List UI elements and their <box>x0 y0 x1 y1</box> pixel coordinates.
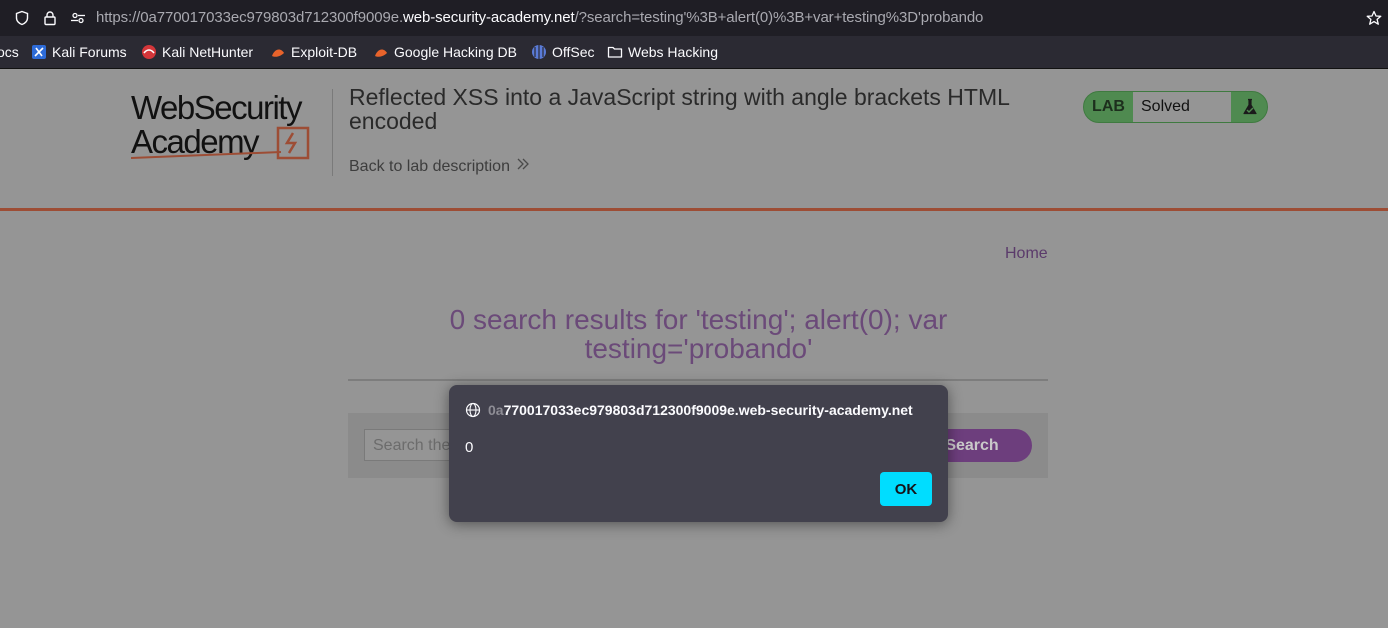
results-divider <box>348 379 1048 381</box>
folder-icon <box>607 44 623 60</box>
logo-mark-icon <box>131 126 310 160</box>
lock-icon[interactable] <box>40 8 60 28</box>
bookmarks-toolbar: ocs Kali Forums Kali NetHunter Exploit-D… <box>0 36 1388 69</box>
bookmark-label: Exploit-DB <box>291 44 358 60</box>
ghdb-icon <box>373 44 389 60</box>
bookmark-label: Kali Forums <box>52 44 127 60</box>
academy-header: WebSecurity Academy Reflected XSS into a… <box>0 69 1388 211</box>
permissions-icon[interactable] <box>68 8 88 28</box>
url-prefix: https://0a770017033ec979803d712300f9009e… <box>96 9 404 26</box>
bookmark-label: OffSec <box>552 44 595 60</box>
badge-lab-label: LAB <box>1092 98 1125 115</box>
shield-icon[interactable] <box>12 8 32 28</box>
dialog-origin-faded: 0a <box>488 402 504 418</box>
academy-logo[interactable]: WebSecurity Academy <box>131 89 331 161</box>
bookmark-docs[interactable]: ocs <box>0 44 19 60</box>
kali-nethunter-icon <box>141 44 157 60</box>
url-suffix: /?search=testing'%3B+alert(0)%3B+var+tes… <box>574 9 984 26</box>
exploit-db-icon <box>270 44 286 60</box>
dialog-origin-text: 770017033ec979803d712300f9009e.web-secur… <box>503 402 913 418</box>
search-results-heading: 0 search results for 'testing'; alert(0)… <box>449 304 948 364</box>
bookmark-star-icon[interactable] <box>1364 8 1384 28</box>
dialog-message: 0 <box>465 439 474 456</box>
double-chevron-icon <box>516 157 530 176</box>
alert-dialog: 0a 770017033ec979803d712300f9009e.web-sec… <box>449 385 948 522</box>
lab-status-badge: LAB Solved <box>1083 91 1268 123</box>
home-link[interactable]: Home <box>1005 245 1048 263</box>
page-content: WebSecurity Academy Reflected XSS into a… <box>0 69 1388 628</box>
url-text[interactable]: https://0a770017033ec979803d712300f9009e… <box>96 9 983 26</box>
dialog-origin: 0a 770017033ec979803d712300f9009e.web-sec… <box>465 402 913 418</box>
bookmark-label: Google Hacking DB <box>394 44 517 60</box>
bookmark-kali-nethunter[interactable]: Kali NetHunter <box>141 44 253 60</box>
header-divider <box>332 89 333 176</box>
bookmark-kali-forums[interactable]: Kali Forums <box>31 44 127 60</box>
bookmark-offsec[interactable]: OffSec <box>531 44 595 60</box>
back-to-lab-link[interactable]: Back to lab description <box>349 157 530 176</box>
lab-title: Reflected XSS into a JavaScript string w… <box>349 84 1010 134</box>
bookmark-exploit-db[interactable]: Exploit-DB <box>270 44 357 60</box>
badge-status: Solved <box>1133 92 1231 122</box>
globe-icon <box>465 402 481 418</box>
bookmark-label: ocs <box>0 44 19 60</box>
logo-line1: WebSecurity <box>131 89 302 126</box>
ok-button[interactable]: OK <box>880 472 932 506</box>
back-link-label: Back to lab description <box>349 157 510 175</box>
offsec-icon <box>531 44 547 60</box>
bookmark-label: Webs Hacking <box>628 44 719 60</box>
flask-icon <box>1231 92 1267 122</box>
kali-forums-icon <box>31 44 47 60</box>
bookmark-ghdb[interactable]: Google Hacking DB <box>373 44 517 60</box>
url-domain: web-security-academy.net <box>403 9 575 26</box>
bookmark-webs-hacking[interactable]: Webs Hacking <box>607 44 718 60</box>
url-bar: https://0a770017033ec979803d712300f9009e… <box>0 0 1388 36</box>
bookmark-label: Kali NetHunter <box>162 44 254 60</box>
